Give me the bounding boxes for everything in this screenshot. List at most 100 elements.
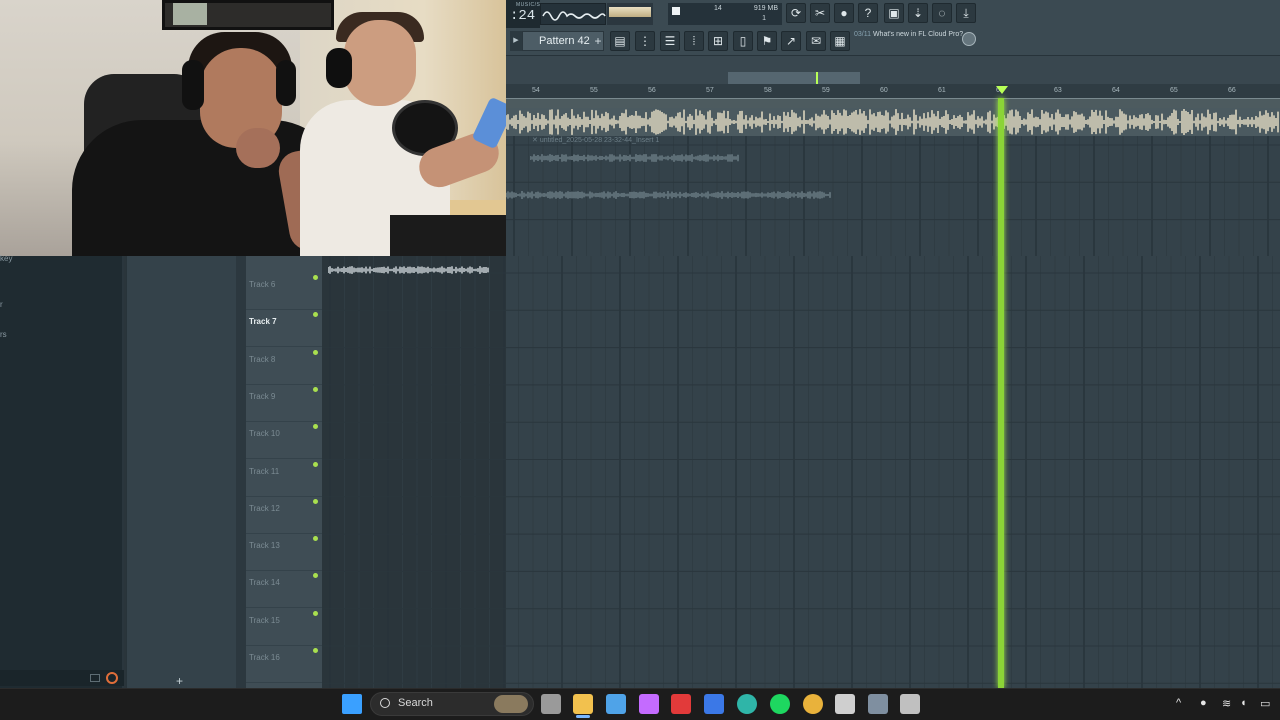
wifi-icon[interactable]: ≋ [1222, 697, 1231, 710]
copilot-icon[interactable] [639, 694, 659, 714]
bar-number: 55 [590, 87, 598, 94]
add-track-button[interactable]: + [176, 674, 183, 688]
track-6-clip-waveform[interactable] [328, 262, 490, 278]
browser-panel [0, 256, 124, 688]
horizontal-scrollbar[interactable] [728, 72, 860, 84]
memory-mb: 919 MB [753, 5, 778, 12]
memory-cpu-panel: 14 919 MB 1 [668, 3, 782, 25]
playlist-icon[interactable]: ▤ [610, 31, 630, 51]
track-name: Track 12 [249, 503, 280, 513]
search-icon[interactable] [106, 672, 118, 684]
track-header[interactable]: Track 12 [246, 497, 322, 534]
scroll-position-marker [816, 72, 818, 84]
volume-icon[interactable]: ◖ [1240, 697, 1247, 709]
cpu-value: 1 [762, 15, 766, 22]
touch-icon[interactable]: ⚑ [757, 31, 777, 51]
fl-studio-icon[interactable] [868, 694, 888, 714]
track-led-icon[interactable] [313, 312, 318, 318]
taskbar-apps [0, 688, 1280, 720]
clip-name[interactable]: ✕ untitled_2025-05-28 23-32-44_Insert 1 [532, 136, 659, 144]
task-view-icon[interactable] [541, 694, 561, 714]
help-icon[interactable]: ? [858, 3, 878, 23]
browser-row-1[interactable]: r [0, 300, 3, 309]
browser-row-key[interactable]: key [0, 254, 12, 263]
track-name: Track 15 [249, 615, 280, 625]
track-name: Track 7 [249, 317, 277, 327]
track-header[interactable]: Track 9 [246, 385, 322, 422]
store-icon[interactable] [606, 694, 626, 714]
loop-icon[interactable]: ⟳ [786, 3, 806, 23]
windows-start-icon[interactable] [342, 694, 362, 714]
bar-number: 59 [822, 87, 830, 94]
screen-app-icon[interactable] [835, 694, 855, 714]
settings-icon[interactable] [900, 694, 920, 714]
track-headers: Track 6 Track 7 Track 8 Track 9 Track 10 Trac… [246, 256, 322, 688]
track-header[interactable]: Track 11 [246, 460, 322, 497]
playhead-marker[interactable] [996, 86, 1008, 94]
bar-number: 57 [706, 87, 714, 94]
track-header[interactable]: Track 7 [246, 310, 322, 348]
shop-icon[interactable]: ✉ [806, 31, 826, 51]
track-led-icon[interactable] [313, 349, 318, 355]
track-led-icon[interactable] [313, 386, 318, 392]
mic-icon[interactable]: ● [834, 3, 854, 23]
chrome-icon[interactable] [803, 694, 823, 714]
add-pattern-button[interactable]: + [592, 33, 604, 49]
track-name: Track 11 [249, 466, 280, 476]
track-header[interactable]: Track 15 [246, 609, 322, 646]
track-led-icon[interactable] [313, 275, 318, 280]
vector-app-icon[interactable] [704, 694, 724, 714]
save-icon[interactable]: ▣ [884, 3, 904, 23]
track-header[interactable]: Track 6 [246, 273, 322, 310]
track-header[interactable]: Track 8 [246, 348, 322, 385]
track-header[interactable]: Track 13 [246, 534, 322, 572]
track-led-icon[interactable] [313, 536, 318, 542]
playlist-grid[interactable] [322, 256, 1280, 688]
track-led-icon[interactable] [313, 573, 318, 579]
mixer-icon[interactable]: ⋮ [635, 31, 655, 51]
track-led-icon[interactable] [313, 648, 318, 653]
track-header[interactable]: Track 16 [246, 646, 322, 683]
track-led-icon[interactable] [313, 498, 318, 504]
l-app-icon[interactable] [671, 694, 691, 714]
track-name: Track 6 [249, 280, 276, 289]
piano-roll-icon[interactable]: ⦙ [684, 31, 704, 51]
track-led-icon[interactable] [313, 424, 318, 430]
cut2-icon[interactable]: ↗ [781, 31, 801, 51]
bar-number: 61 [938, 87, 946, 94]
browser-row-2[interactable]: rs [0, 330, 7, 339]
panel-divider[interactable] [236, 256, 246, 688]
record-indicator [672, 7, 680, 15]
bar-number: 65 [1170, 87, 1178, 94]
plugin-icon[interactable]: ▯ [733, 31, 753, 51]
channel-rack-icon[interactable]: ☰ [660, 31, 680, 51]
memory-number: 14 [714, 5, 722, 12]
chevron-up-icon[interactable]: ^ [1176, 697, 1181, 709]
marker-bar [506, 98, 1280, 108]
download-icon[interactable]: ⤓ [956, 3, 976, 23]
master-volume-meter[interactable] [607, 3, 653, 25]
audio-clip-waveform[interactable] [506, 108, 1280, 136]
edge-icon[interactable] [737, 694, 757, 714]
track-name: Track 16 [249, 653, 280, 662]
spotify-icon[interactable] [770, 694, 790, 714]
playhead[interactable] [998, 98, 1004, 688]
chat-icon[interactable]: ◌ [932, 3, 952, 23]
cart-icon[interactable]: ▦ [830, 31, 850, 51]
track-led-icon[interactable] [313, 461, 318, 467]
pattern-play-icon[interactable]: ▶ [510, 31, 522, 51]
file-explorer-icon[interactable] [573, 694, 593, 714]
render-icon[interactable]: ⇣ [908, 3, 928, 23]
timeline-ruler[interactable]: 54 55 56 57 58 59 60 61 62 63 64 65 66 [506, 84, 1280, 98]
battery-icon[interactable]: ▭ [1260, 697, 1270, 710]
mic-tray-icon[interactable]: ● [1200, 697, 1207, 709]
globe-icon[interactable] [962, 32, 976, 46]
track-header[interactable]: Track 10 [246, 422, 322, 460]
time-display[interactable]: MUSIC/S :24 [506, 0, 540, 28]
webcam-overlay [0, 0, 506, 256]
track-header[interactable]: Track 14 [246, 571, 322, 609]
cut-icon[interactable]: ✂ [810, 3, 830, 23]
track-led-icon[interactable] [313, 610, 318, 616]
browser-filter-icon[interactable] [90, 674, 100, 682]
browser-icon[interactable]: ⊞ [708, 31, 728, 51]
